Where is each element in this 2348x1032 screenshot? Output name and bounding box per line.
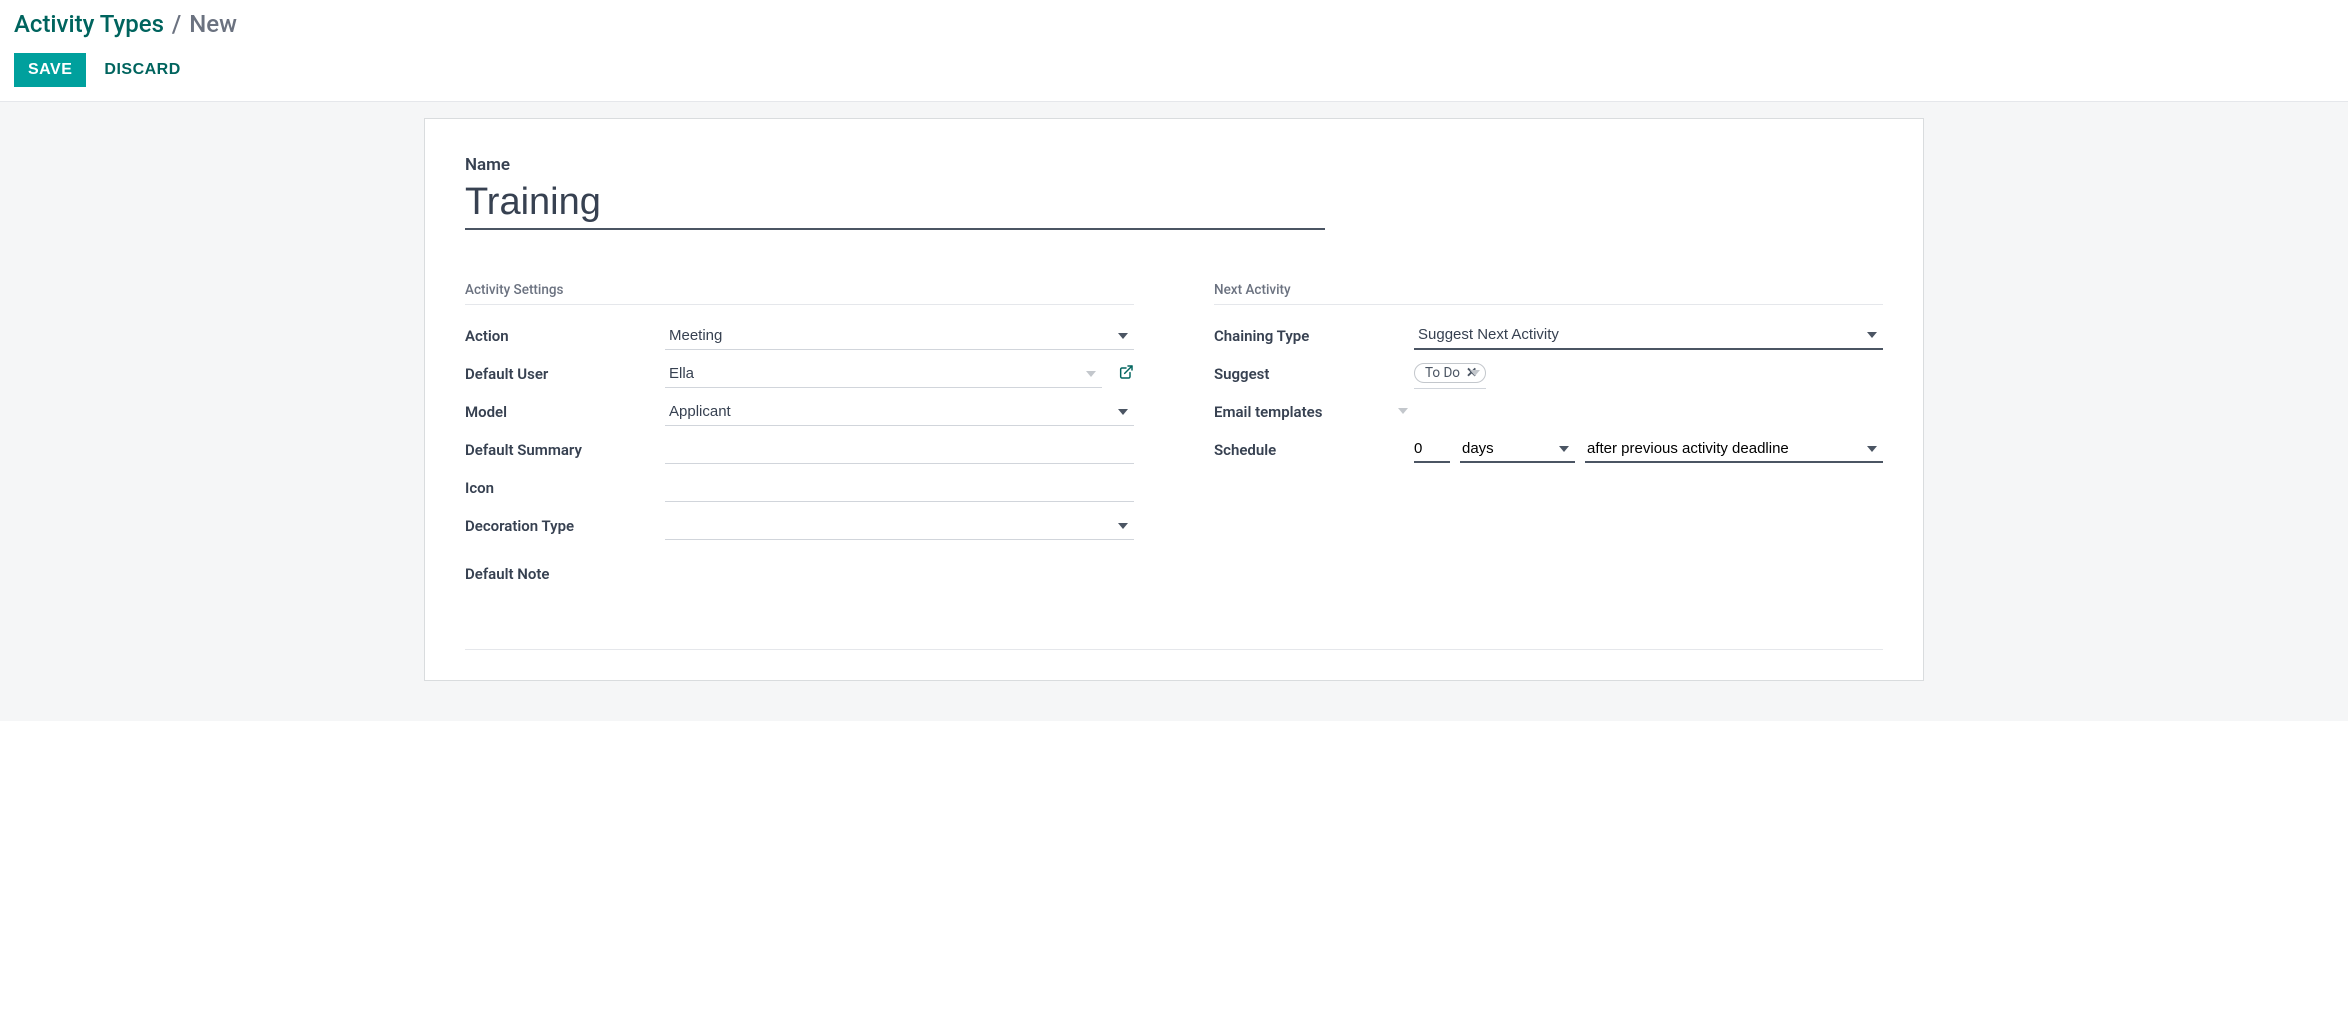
row-chaining-type: Chaining Type bbox=[1214, 317, 1883, 355]
suggest-tag-label: To Do bbox=[1425, 365, 1460, 381]
label-icon: Icon bbox=[465, 479, 665, 497]
breadcrumb-parent-link[interactable]: Activity Types bbox=[14, 10, 164, 38]
suggest-tag-field[interactable]: To Do ✕ bbox=[1414, 359, 1486, 389]
schedule-unit-select[interactable] bbox=[1460, 436, 1575, 463]
breadcrumb-current: New bbox=[189, 10, 237, 38]
form-divider bbox=[465, 649, 1883, 650]
row-suggest: Suggest To Do ✕ bbox=[1214, 355, 1883, 393]
row-icon: Icon bbox=[465, 469, 1134, 507]
decoration-type-value[interactable] bbox=[665, 512, 1134, 540]
icon-input[interactable] bbox=[665, 474, 1134, 502]
default-user-value[interactable] bbox=[665, 360, 1102, 388]
row-decoration-type: Decoration Type bbox=[465, 507, 1134, 545]
row-default-user: Default User bbox=[465, 355, 1134, 393]
label-chaining-type: Chaining Type bbox=[1214, 327, 1414, 345]
suggest-tag: To Do ✕ bbox=[1414, 363, 1486, 383]
breadcrumb-separator: / bbox=[172, 10, 181, 38]
tag-remove-icon[interactable]: ✕ bbox=[1466, 365, 1477, 381]
external-link-icon[interactable] bbox=[1118, 364, 1134, 384]
model-value[interactable] bbox=[665, 398, 1134, 426]
row-default-summary: Default Summary bbox=[465, 431, 1134, 469]
label-default-summary: Default Summary bbox=[465, 441, 665, 459]
row-email-templates: Email templates bbox=[1214, 393, 1883, 431]
row-action: Action bbox=[465, 317, 1134, 355]
label-action: Action bbox=[465, 327, 665, 345]
row-default-note: Default Note bbox=[465, 555, 1134, 593]
label-email-templates: Email templates bbox=[1214, 403, 1414, 421]
name-label: Name bbox=[465, 155, 1883, 175]
section-title-activity-settings: Activity Settings bbox=[465, 282, 1134, 305]
label-default-user: Default User bbox=[465, 365, 665, 383]
decoration-type-select[interactable] bbox=[665, 512, 1134, 540]
column-right: Next Activity Chaining Type Suggest bbox=[1214, 282, 1883, 593]
action-select[interactable] bbox=[665, 322, 1134, 350]
default-user-select[interactable] bbox=[665, 360, 1102, 388]
chaining-type-select[interactable] bbox=[1414, 321, 1883, 350]
form-columns: Activity Settings Action Default User bbox=[465, 282, 1883, 593]
label-suggest: Suggest bbox=[1214, 365, 1414, 383]
discard-button[interactable]: DISCARD bbox=[100, 53, 184, 87]
default-summary-input[interactable] bbox=[665, 436, 1134, 464]
schedule-basis-select[interactable] bbox=[1585, 436, 1883, 463]
label-default-note: Default Note bbox=[465, 565, 665, 583]
schedule-count-input[interactable] bbox=[1414, 436, 1450, 463]
save-button[interactable]: SAVE bbox=[14, 53, 86, 87]
form-canvas: Name Activity Settings Action bbox=[0, 102, 2348, 721]
schedule-unit-value[interactable] bbox=[1460, 436, 1575, 461]
label-schedule: Schedule bbox=[1214, 441, 1414, 459]
label-decoration-type: Decoration Type bbox=[465, 517, 665, 535]
model-select[interactable] bbox=[665, 398, 1134, 426]
label-model: Model bbox=[465, 403, 665, 421]
name-input[interactable] bbox=[465, 179, 1325, 230]
action-buttons: SAVE DISCARD bbox=[14, 53, 2334, 87]
row-schedule: Schedule bbox=[1214, 431, 1883, 469]
row-model: Model bbox=[465, 393, 1134, 431]
schedule-basis-value[interactable] bbox=[1585, 436, 1883, 461]
form-sheet: Name Activity Settings Action bbox=[424, 118, 1924, 681]
breadcrumb: Activity Types / New bbox=[14, 10, 2334, 39]
column-left: Activity Settings Action Default User bbox=[465, 282, 1134, 593]
action-value[interactable] bbox=[665, 322, 1134, 350]
section-title-next-activity: Next Activity bbox=[1214, 282, 1883, 305]
topbar: Activity Types / New SAVE DISCARD bbox=[0, 0, 2348, 102]
chaining-type-value[interactable] bbox=[1414, 321, 1883, 348]
